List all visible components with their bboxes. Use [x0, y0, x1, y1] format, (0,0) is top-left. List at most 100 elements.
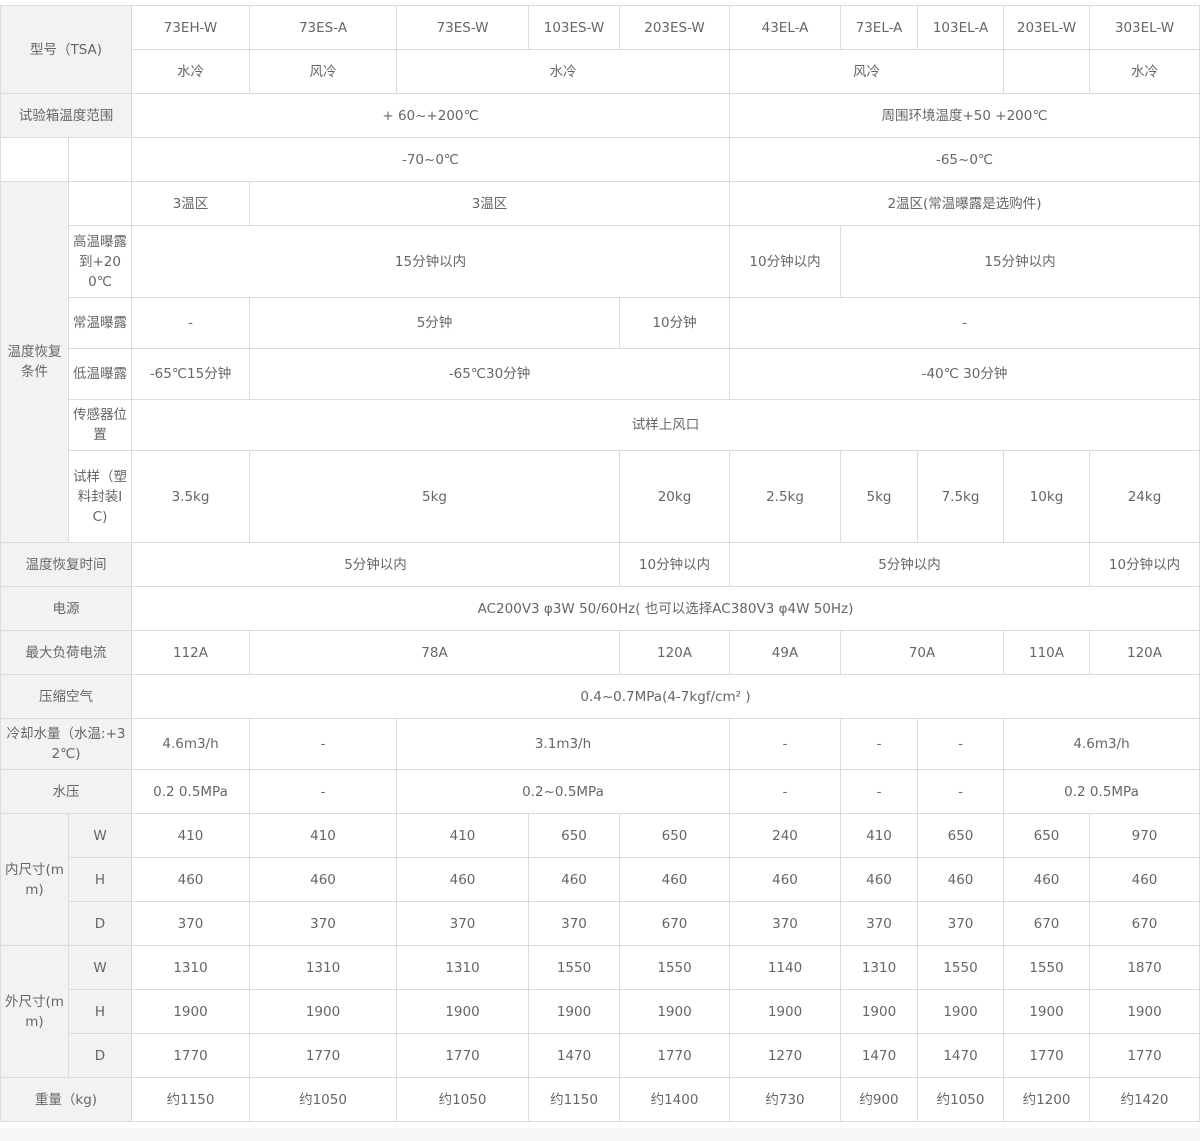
cooling-water-cell: 4.6m3/h: [1003, 718, 1200, 770]
recovery-time-row: 温度恢复时间 5分钟以内 10分钟以内 5分钟以内 10分钟以内: [0, 542, 1200, 587]
sample-cell: 5kg: [840, 450, 919, 543]
recovery-time-cell: 10分钟以内: [619, 542, 731, 587]
outer-d-cell: 1470: [528, 1033, 621, 1078]
air-cell: 0.4~0.7MPa(4-7kgf/cm² ): [131, 674, 1200, 719]
sample-cell: 20kg: [619, 450, 731, 543]
inner-size-label: 内尺寸(mm): [0, 813, 69, 946]
outer-h-cell: 1900: [1089, 989, 1200, 1034]
outer-w-label: W: [67, 945, 133, 990]
water-pressure-cell: 0.2 0.5MPa: [1003, 769, 1200, 814]
power-cell: AC200V3 φ3W 50/60Hz( 也可以选择AC380V3 φ4W 50…: [131, 586, 1200, 631]
cooling-cell: 水冷: [131, 49, 251, 94]
air-label: 压缩空气: [0, 674, 133, 719]
outer-d-cell: 1770: [396, 1033, 530, 1078]
sensor-label: 传感器位置: [67, 399, 133, 451]
water-pressure-cell: 0.2~0.5MPa: [396, 769, 731, 814]
cooling-cell: 风冷: [249, 49, 398, 94]
sample-cell: 2.5kg: [729, 450, 842, 543]
max-current-label: 最大负荷电流: [0, 630, 133, 675]
low-range-row: -70~0℃ -65~0℃: [0, 137, 1200, 182]
inner-w-cell: 410: [131, 813, 251, 858]
outer-h-cell: 1900: [840, 989, 919, 1034]
outer-w-cell: 1550: [528, 945, 621, 990]
inner-h-cell: 460: [619, 857, 731, 902]
inner-w-row: 内尺寸(mm) W 410 410 410 650 650 240 410 65…: [0, 813, 1200, 946]
inner-d-label: D: [67, 901, 133, 946]
cooling-cell: [1003, 49, 1091, 94]
inner-d-cell: 370: [917, 901, 1005, 946]
outer-d-cell: 1270: [729, 1033, 842, 1078]
cooling-water-cell: -: [729, 718, 842, 770]
outer-h-cell: 1900: [396, 989, 530, 1034]
empty-cell: [0, 137, 69, 182]
outer-h-cell: 1900: [1003, 989, 1091, 1034]
model-cell: 203EL-W: [1003, 5, 1091, 50]
max-current-cell: 112A: [131, 630, 251, 675]
water-pressure-cell: 0.2 0.5MPa: [131, 769, 251, 814]
high-exposure-row: 高温曝露到+200℃ 15分钟以内 10分钟以内 15分钟以内: [1, 225, 1200, 298]
max-current-cell: 70A: [840, 630, 1005, 675]
inner-h-cell: 460: [249, 857, 398, 902]
inner-h-cell: 460: [131, 857, 251, 902]
model-row: 型号（TSA) 73EH-W 73ES-A 73ES-W 103ES-W 203…: [0, 5, 1200, 94]
outer-h-cell: 1900: [528, 989, 621, 1034]
model-cell: 103EL-A: [917, 5, 1005, 50]
low-exposure-cell: -40℃ 30分钟: [729, 348, 1200, 400]
zones-cell: 3温区: [249, 181, 731, 226]
weight-cell: 约1150: [131, 1077, 251, 1122]
inner-d-cell: 670: [619, 901, 731, 946]
low-exposure-cell: -65℃30分钟: [249, 348, 731, 400]
model-cell: 73EH-W: [131, 5, 251, 50]
outer-h-label: H: [67, 989, 133, 1034]
zones-cell: 2温区(常温曝露是选购件): [729, 181, 1200, 226]
max-current-row: 最大负荷电流 112A 78A 120A 49A 70A 110A 120A: [0, 630, 1200, 675]
cooling-cell: 风冷: [729, 49, 1005, 94]
inner-w-cell: 240: [729, 813, 842, 858]
model-cell: 43EL-A: [729, 5, 842, 50]
cooling-water-label: 冷却水量（水温:+32℃): [0, 718, 133, 770]
chamber-temp-cell: + 60~+200℃: [131, 93, 731, 138]
model-cell: 73ES-W: [396, 5, 530, 50]
outer-d-label: D: [67, 1033, 133, 1078]
high-exposure-cell: 15分钟以内: [131, 225, 731, 298]
inner-d-cell: 370: [840, 901, 919, 946]
cooling-water-cell: -: [917, 718, 1005, 770]
outer-h-cell: 1900: [619, 989, 731, 1034]
model-cell: 103ES-W: [528, 5, 621, 50]
outer-w-cell: 1310: [396, 945, 530, 990]
model-cell: 303EL-W: [1089, 5, 1200, 50]
normal-exposure-cell: 5分钟: [249, 297, 621, 349]
water-pressure-cell: -: [917, 769, 1005, 814]
cooling-water-cell: -: [249, 718, 398, 770]
normal-exposure-row: 常温曝露 - 5分钟 10分钟 -: [1, 297, 1200, 349]
weight-row: 重量（kg) 约1150 约1050 约1050 约1150 约1400 约73…: [0, 1077, 1200, 1122]
inner-w-cell: 650: [1003, 813, 1091, 858]
recovery-label: 温度恢复条件: [0, 181, 69, 543]
outer-d-cell: 1770: [619, 1033, 731, 1078]
low-exposure-label: 低温曝露: [67, 348, 133, 400]
high-exposure-label: 高温曝露到+200℃: [67, 225, 133, 298]
inner-w-cell: 650: [917, 813, 1005, 858]
outer-d-cell: 1470: [917, 1033, 1005, 1078]
chamber-temp-cell: 周围环境温度+50 +200℃: [729, 93, 1200, 138]
outer-w-cell: 1550: [917, 945, 1005, 990]
outer-w-cell: 1140: [729, 945, 842, 990]
outer-size-label: 外尺寸(mm): [0, 945, 69, 1078]
weight-cell: 约900: [840, 1077, 919, 1122]
max-current-cell: 78A: [249, 630, 621, 675]
low-range-cell: -65~0℃: [729, 137, 1200, 182]
inner-d-cell: 670: [1089, 901, 1200, 946]
max-current-cell: 49A: [729, 630, 842, 675]
outer-h-cell: 1900: [917, 989, 1005, 1034]
normal-exposure-cell: -: [131, 297, 251, 349]
inner-d-cell: 370: [528, 901, 621, 946]
sample-cell: 7.5kg: [917, 450, 1005, 543]
outer-w-cell: 1870: [1089, 945, 1200, 990]
water-pressure-cell: -: [840, 769, 919, 814]
low-exposure-cell: -65℃15分钟: [131, 348, 251, 400]
outer-h-row: H 1900 1900 1900 1900 1900 1900 1900 190…: [1, 989, 1200, 1034]
cooling-cell: 水冷: [1089, 49, 1200, 94]
inner-h-cell: 460: [1089, 857, 1200, 902]
empty-cell: [67, 181, 133, 226]
inner-w-cell: 650: [528, 813, 621, 858]
